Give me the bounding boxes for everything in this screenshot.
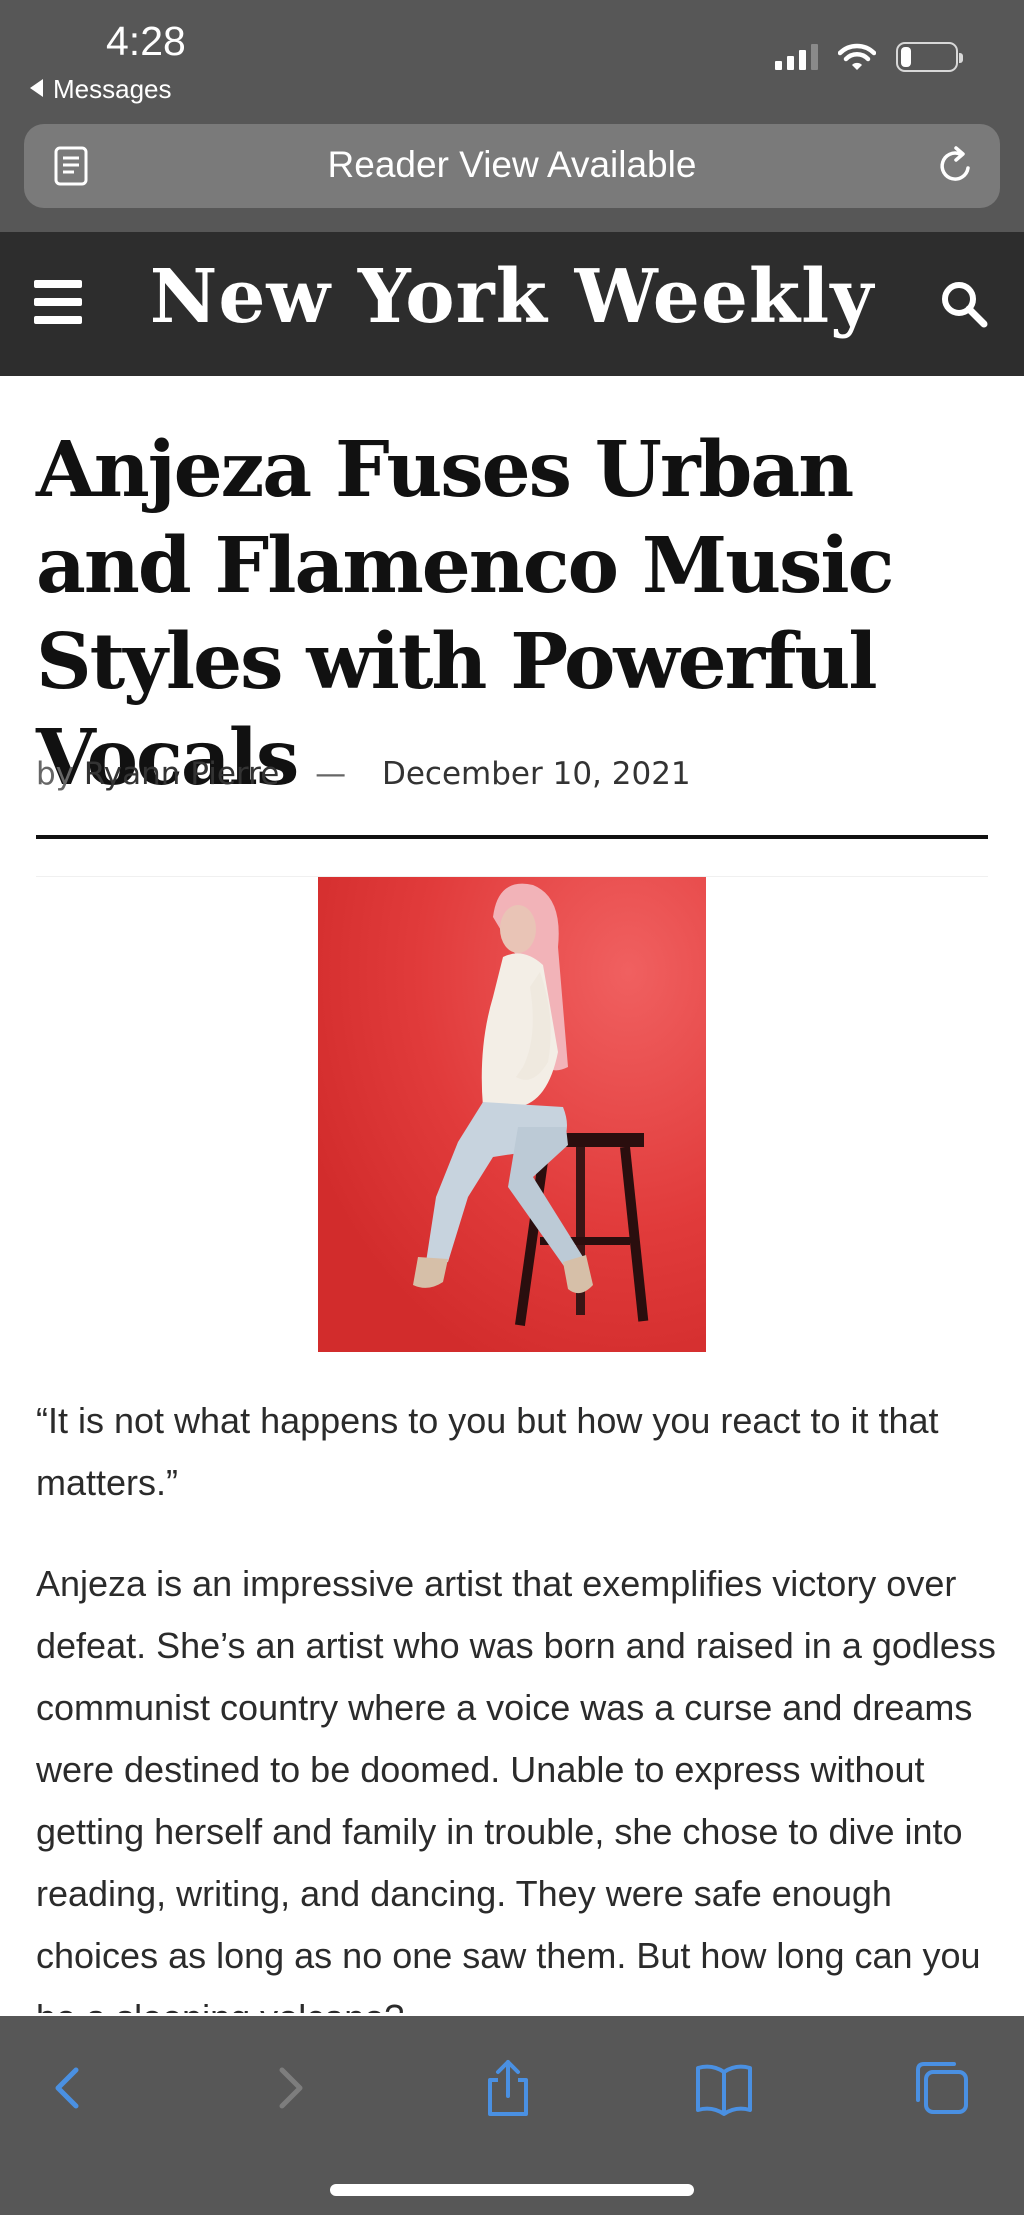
cellular-signal-icon (775, 44, 818, 70)
book-icon[interactable] (692, 2056, 756, 2120)
back-app-label: Messages (53, 74, 172, 104)
address-bar-text: Reader View Available (327, 144, 697, 185)
status-icons (775, 42, 963, 72)
tabs-icon[interactable] (910, 2056, 974, 2120)
site-logo[interactable]: New York Weekly (0, 254, 1024, 340)
header-divider (36, 835, 988, 839)
article-photo (318, 877, 706, 1352)
back-triangle-icon (30, 79, 43, 97)
author-link[interactable]: Ryann Pierre (84, 756, 279, 792)
battery-level (901, 47, 912, 67)
home-indicator[interactable] (330, 2184, 694, 2196)
reload-icon[interactable] (934, 144, 978, 188)
chevron-left-icon[interactable] (36, 2056, 100, 2120)
byline-separator: — (315, 756, 347, 792)
byline-prefix: by (36, 756, 75, 792)
chevron-right-icon[interactable] (258, 2056, 322, 2120)
back-to-app-link[interactable]: Messages (30, 74, 172, 105)
search-icon[interactable] (938, 278, 990, 330)
site-header: New York Weekly (0, 232, 1024, 376)
article-date: December 10, 2021 (381, 756, 691, 792)
share-icon[interactable] (476, 2056, 540, 2120)
browser-top-chrome: 4:28 Messages Reader View Available (0, 0, 1024, 232)
article-paragraph: Anjeza is an impressive artist that exem… (36, 1563, 996, 2013)
article-byline: by Ryann Pierre — December 10, 2021 (36, 756, 691, 792)
status-time: 4:28 (106, 18, 186, 64)
article-quote: “It is not what happens to you but how y… (36, 1400, 939, 1503)
address-bar[interactable]: Reader View Available (24, 124, 1000, 208)
wifi-icon (838, 43, 876, 70)
article-headline: Anjeza Fuses Urban and Flamenco Music St… (36, 425, 895, 803)
battery-icon (896, 42, 963, 72)
